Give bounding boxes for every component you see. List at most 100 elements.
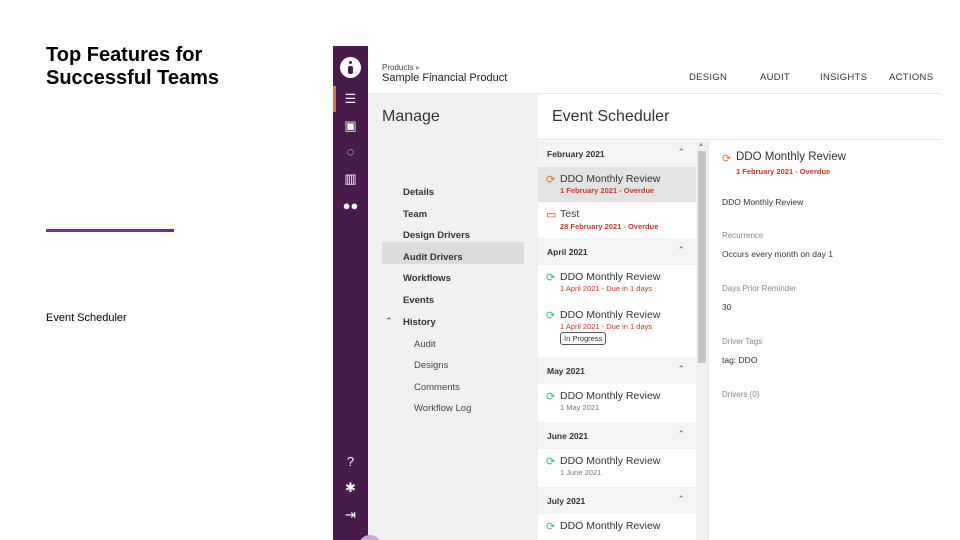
- event-item[interactable]: ▭ Test 28 February 2021 - Overdue: [538, 202, 696, 238]
- menu-sub-audit[interactable]: Audit: [414, 339, 436, 350]
- event-scheduler: Event Scheduler February 2021 ⌃ ⟳ DDO Mo…: [538, 94, 940, 540]
- chevron-up-icon[interactable]: ⌃: [677, 494, 685, 505]
- event-date: 28 February 2021 - Overdue: [560, 222, 659, 231]
- chat-icon[interactable]: ◌: [341, 144, 360, 160]
- chevron-right-icon: ▸: [415, 63, 420, 72]
- accent-rule: [46, 229, 174, 232]
- nav-audit[interactable]: AUDIT: [760, 72, 790, 83]
- month-label: May 2021: [547, 366, 585, 376]
- top-bar: Products ▸ Sample Financial Product DESI…: [368, 46, 940, 94]
- reminder-value: 30: [722, 302, 732, 312]
- gear-icon[interactable]: ✱: [341, 480, 360, 496]
- recurring-icon: ⟳: [546, 521, 556, 533]
- recurring-icon: ⟳: [546, 391, 556, 403]
- scroll-thumb[interactable]: [698, 151, 706, 363]
- slide-caption: Event Scheduler: [46, 312, 127, 324]
- chevron-up-icon[interactable]: ⌃: [385, 316, 393, 327]
- event-title: DDO Monthly Review: [560, 520, 661, 532]
- people-icon[interactable]: ●●: [341, 198, 360, 214]
- event-date: 1 May 2021: [560, 403, 600, 412]
- event-item[interactable]: ⟳ DDO Monthly Review 1 April 2021 - Due …: [538, 303, 696, 357]
- reminder-label: Days Prior Reminder: [722, 284, 797, 293]
- slide: Top Features for Successful Teams Event …: [0, 0, 960, 540]
- event-item[interactable]: ⟳ DDO Monthly Review 1 April 2021 - Due …: [538, 265, 696, 303]
- calendar-check-icon[interactable]: ▣: [341, 118, 360, 134]
- help-icon[interactable]: ?: [341, 454, 360, 470]
- event-title: DDO Monthly Review: [560, 271, 661, 283]
- month-header[interactable]: February 2021 ⌃: [538, 141, 696, 167]
- event-list: February 2021 ⌃ ⟳ DDO Monthly Review 1 F…: [538, 141, 696, 540]
- event-title: DDO Monthly Review: [560, 173, 661, 185]
- scheduler-title: Event Scheduler: [552, 108, 670, 125]
- scheduler-header: Event Scheduler: [538, 94, 940, 140]
- chevron-up-icon[interactable]: ⌃: [677, 245, 685, 256]
- product-name: Sample Financial Product: [382, 72, 508, 84]
- event-item[interactable]: ⟳ DDO Monthly Review 1 June 2021: [538, 449, 696, 487]
- event-item[interactable]: ⟳ DDO Monthly Review 1 May 2021: [538, 384, 696, 422]
- chevron-up-icon[interactable]: ⌃: [677, 147, 685, 158]
- tags-value: tag: DDO: [722, 355, 758, 365]
- logout-icon[interactable]: ⇥: [341, 507, 360, 523]
- nav-rail: ☰ ▣ ◌ ▥ ●● ? ✱ ⇥: [333, 46, 368, 540]
- app-screenshot: ☰ ▣ ◌ ▥ ●● ? ✱ ⇥ Products ▸ Sample Finan…: [333, 46, 940, 540]
- menu-sub-designs[interactable]: Designs: [414, 360, 448, 371]
- active-indicator: [333, 86, 336, 112]
- recurring-icon: ⟳: [546, 174, 556, 186]
- menu-item-details[interactable]: Details: [403, 187, 434, 198]
- event-item[interactable]: ⟳ DDO Monthly Review 1 February 2021 - O…: [538, 167, 696, 202]
- detail-description: DDO Monthly Review: [722, 197, 804, 207]
- breadcrumb-products[interactable]: Products: [382, 63, 414, 72]
- menu-item-history[interactable]: History: [403, 317, 436, 328]
- recurring-icon: ⟳: [546, 310, 556, 322]
- list-icon[interactable]: ☰: [341, 91, 360, 107]
- month-header[interactable]: July 2021 ⌃: [538, 488, 696, 514]
- month-label: July 2021: [547, 496, 586, 506]
- event-title: DDO Monthly Review: [560, 309, 661, 321]
- chevron-up-icon[interactable]: ⌃: [677, 429, 685, 440]
- detail-title: DDO Monthly Review: [736, 151, 846, 163]
- month-label: June 2021: [547, 431, 589, 441]
- slide-title-line-2: Successful Teams: [46, 67, 220, 89]
- month-header[interactable]: June 2021 ⌃: [538, 423, 696, 449]
- recurring-icon: ⟳: [546, 456, 556, 468]
- scroll-up-icon[interactable]: ▲: [698, 142, 704, 148]
- recurring-icon: ⟳: [546, 272, 556, 284]
- month-header[interactable]: April 2021 ⌃: [538, 239, 696, 265]
- menu-item-events[interactable]: Events: [403, 295, 434, 306]
- detail-date: 1 February 2021 - Overdue: [736, 167, 831, 176]
- event-item[interactable]: ⟳ DDO Monthly Review: [538, 514, 696, 540]
- event-date: 1 February 2021 - Overdue: [560, 186, 655, 195]
- event-title: DDO Monthly Review: [560, 390, 661, 402]
- menu-item-design-drivers[interactable]: Design Drivers: [403, 230, 470, 241]
- manage-panel: Manage Details Team Design Drivers Audit…: [368, 94, 538, 540]
- breadcrumb[interactable]: Products ▸: [382, 63, 420, 72]
- month-header[interactable]: May 2021 ⌃: [538, 358, 696, 384]
- event-title: Test: [560, 208, 580, 220]
- menu-item-team[interactable]: Team: [403, 209, 427, 220]
- slide-title: Top Features for Successful Teams: [46, 44, 219, 90]
- menu-sub-comments[interactable]: Comments: [414, 382, 460, 393]
- tags-label: Driver Tags: [722, 337, 763, 346]
- nav-actions[interactable]: ACTIONS: [889, 72, 933, 83]
- drivers-label: Drivers (0): [722, 390, 760, 399]
- event-date: 1 April 2021 - Due in 1 days: [560, 322, 653, 331]
- logo-icon[interactable]: [340, 57, 361, 78]
- event-date: 1 June 2021: [560, 468, 602, 477]
- nav-design[interactable]: DESIGN: [689, 72, 727, 83]
- calendar-icon: ▭: [546, 209, 557, 221]
- menu-item-audit-drivers[interactable]: Audit Drivers: [403, 252, 463, 263]
- status-badge: In Progress: [560, 332, 607, 345]
- recurring-icon: ⟳: [722, 153, 732, 165]
- event-detail: ⟳ DDO Monthly Review 1 February 2021 - O…: [708, 141, 940, 540]
- month-label: April 2021: [547, 247, 588, 257]
- chart-icon[interactable]: ▥: [341, 171, 360, 187]
- chevron-up-icon[interactable]: ⌃: [677, 364, 685, 375]
- month-label: February 2021: [547, 149, 605, 159]
- scrollbar[interactable]: ▲: [696, 141, 708, 540]
- event-title: DDO Monthly Review: [560, 455, 661, 467]
- manage-title: Manage: [382, 108, 440, 125]
- recurrence-label: Recurrence: [722, 231, 764, 240]
- menu-sub-workflow-log[interactable]: Workflow Log: [414, 403, 471, 414]
- nav-insights[interactable]: INSIGHTS: [820, 72, 867, 83]
- menu-item-workflows[interactable]: Workflows: [403, 273, 451, 284]
